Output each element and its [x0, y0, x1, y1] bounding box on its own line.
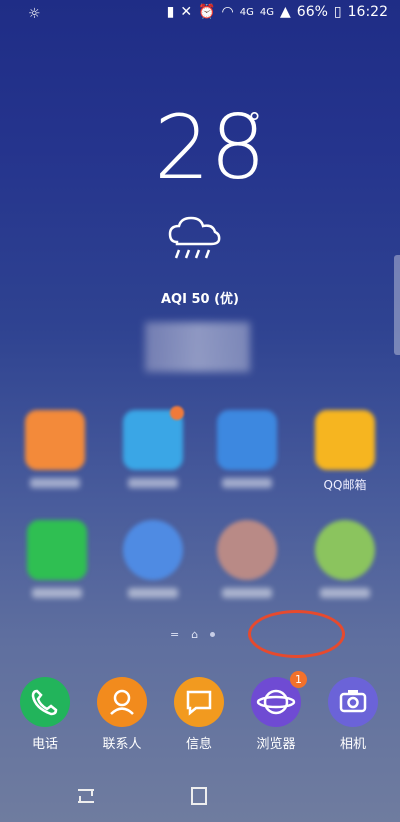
dock-contacts[interactable]: 联系人: [87, 677, 157, 752]
clock: 16:22: [347, 4, 388, 20]
app-label-blurred: [222, 478, 272, 488]
qq-mail-icon: [315, 410, 375, 470]
signal-icon: ▲: [280, 4, 291, 20]
app-icon-image: [27, 520, 87, 580]
app-icon-image: [25, 410, 85, 470]
app-label-blurred: [128, 478, 178, 488]
dock-label: 信息: [185, 737, 212, 752]
app-icon-image: [123, 520, 183, 580]
app-icon-image: [217, 520, 277, 580]
edge-panel-handle[interactable]: [394, 255, 400, 355]
red-annotation-circle: [248, 610, 345, 658]
page-indicator[interactable]: = ⌂: [170, 628, 216, 641]
degree-symbol: °: [248, 108, 261, 138]
camera-icon: [328, 677, 378, 727]
aqi-label: AQI 50 (优): [161, 292, 239, 307]
app-icon[interactable]: [118, 406, 188, 488]
app-icon[interactable]: [310, 520, 380, 598]
home-icon[interactable]: [187, 784, 211, 808]
network-label-1: 4G: [239, 6, 254, 18]
app-label-blurred: [32, 588, 82, 598]
message-icon: [174, 677, 224, 727]
sim-icon: ▮: [166, 4, 175, 20]
status-bar: ☼ ▮ ✕ ⏰ ◠ 4G 4G ▲ 66% ▯ 16:22: [0, 0, 400, 30]
dock-camera[interactable]: 相机: [318, 677, 388, 752]
dock-label: 联系人: [102, 737, 142, 752]
mute-icon: ✕: [180, 4, 193, 20]
app-icon-image: [315, 520, 375, 580]
browser-badge: 1: [290, 671, 307, 688]
battery-icon: ▯: [333, 4, 342, 20]
menu-lines-icon: =: [170, 628, 180, 641]
app-icon[interactable]: [212, 410, 282, 488]
blurred-location-widget: [145, 322, 250, 372]
notification-badge: [170, 406, 184, 420]
app-icon[interactable]: [118, 520, 188, 598]
status-left-icon: ☼: [28, 6, 41, 22]
home-page-icon: ⌂: [191, 628, 199, 641]
dock-label: 电话: [31, 737, 58, 752]
dock-messages[interactable]: 信息: [164, 677, 234, 752]
app-label-blurred: [320, 588, 370, 598]
alarm-icon: ⏰: [198, 4, 216, 20]
navigation-bar: [0, 770, 400, 822]
status-right: ▮ ✕ ⏰ ◠ 4G 4G ▲ 66% ▯ 16:22: [167, 4, 388, 20]
app-label-blurred: [30, 478, 80, 488]
app-label: QQ邮箱: [323, 478, 367, 492]
app-icon-image: [217, 410, 277, 470]
dock-phone[interactable]: 电话: [10, 677, 80, 752]
dock-label: 浏览器: [256, 737, 296, 752]
dock-browser[interactable]: 1 浏览器: [241, 671, 311, 752]
page-dot: [210, 632, 216, 637]
app-icon[interactable]: [20, 410, 90, 488]
app-qq-mail[interactable]: QQ邮箱: [310, 410, 380, 493]
network-label-2: 4G: [259, 6, 275, 18]
browser-icon: 1: [251, 671, 307, 727]
app-label-blurred: [128, 588, 178, 598]
cloud-rain-icon[interactable]: [165, 212, 225, 267]
battery-percent: 66%: [296, 4, 328, 20]
app-icon[interactable]: [22, 520, 92, 598]
app-icon[interactable]: [212, 520, 282, 598]
contact-icon: [97, 677, 147, 727]
wifi-icon: ◠: [221, 4, 234, 20]
dock-label: 相机: [339, 737, 366, 752]
app-label-blurred: [222, 588, 272, 598]
recent-apps-icon[interactable]: [74, 784, 98, 808]
phone-icon: [20, 677, 70, 727]
